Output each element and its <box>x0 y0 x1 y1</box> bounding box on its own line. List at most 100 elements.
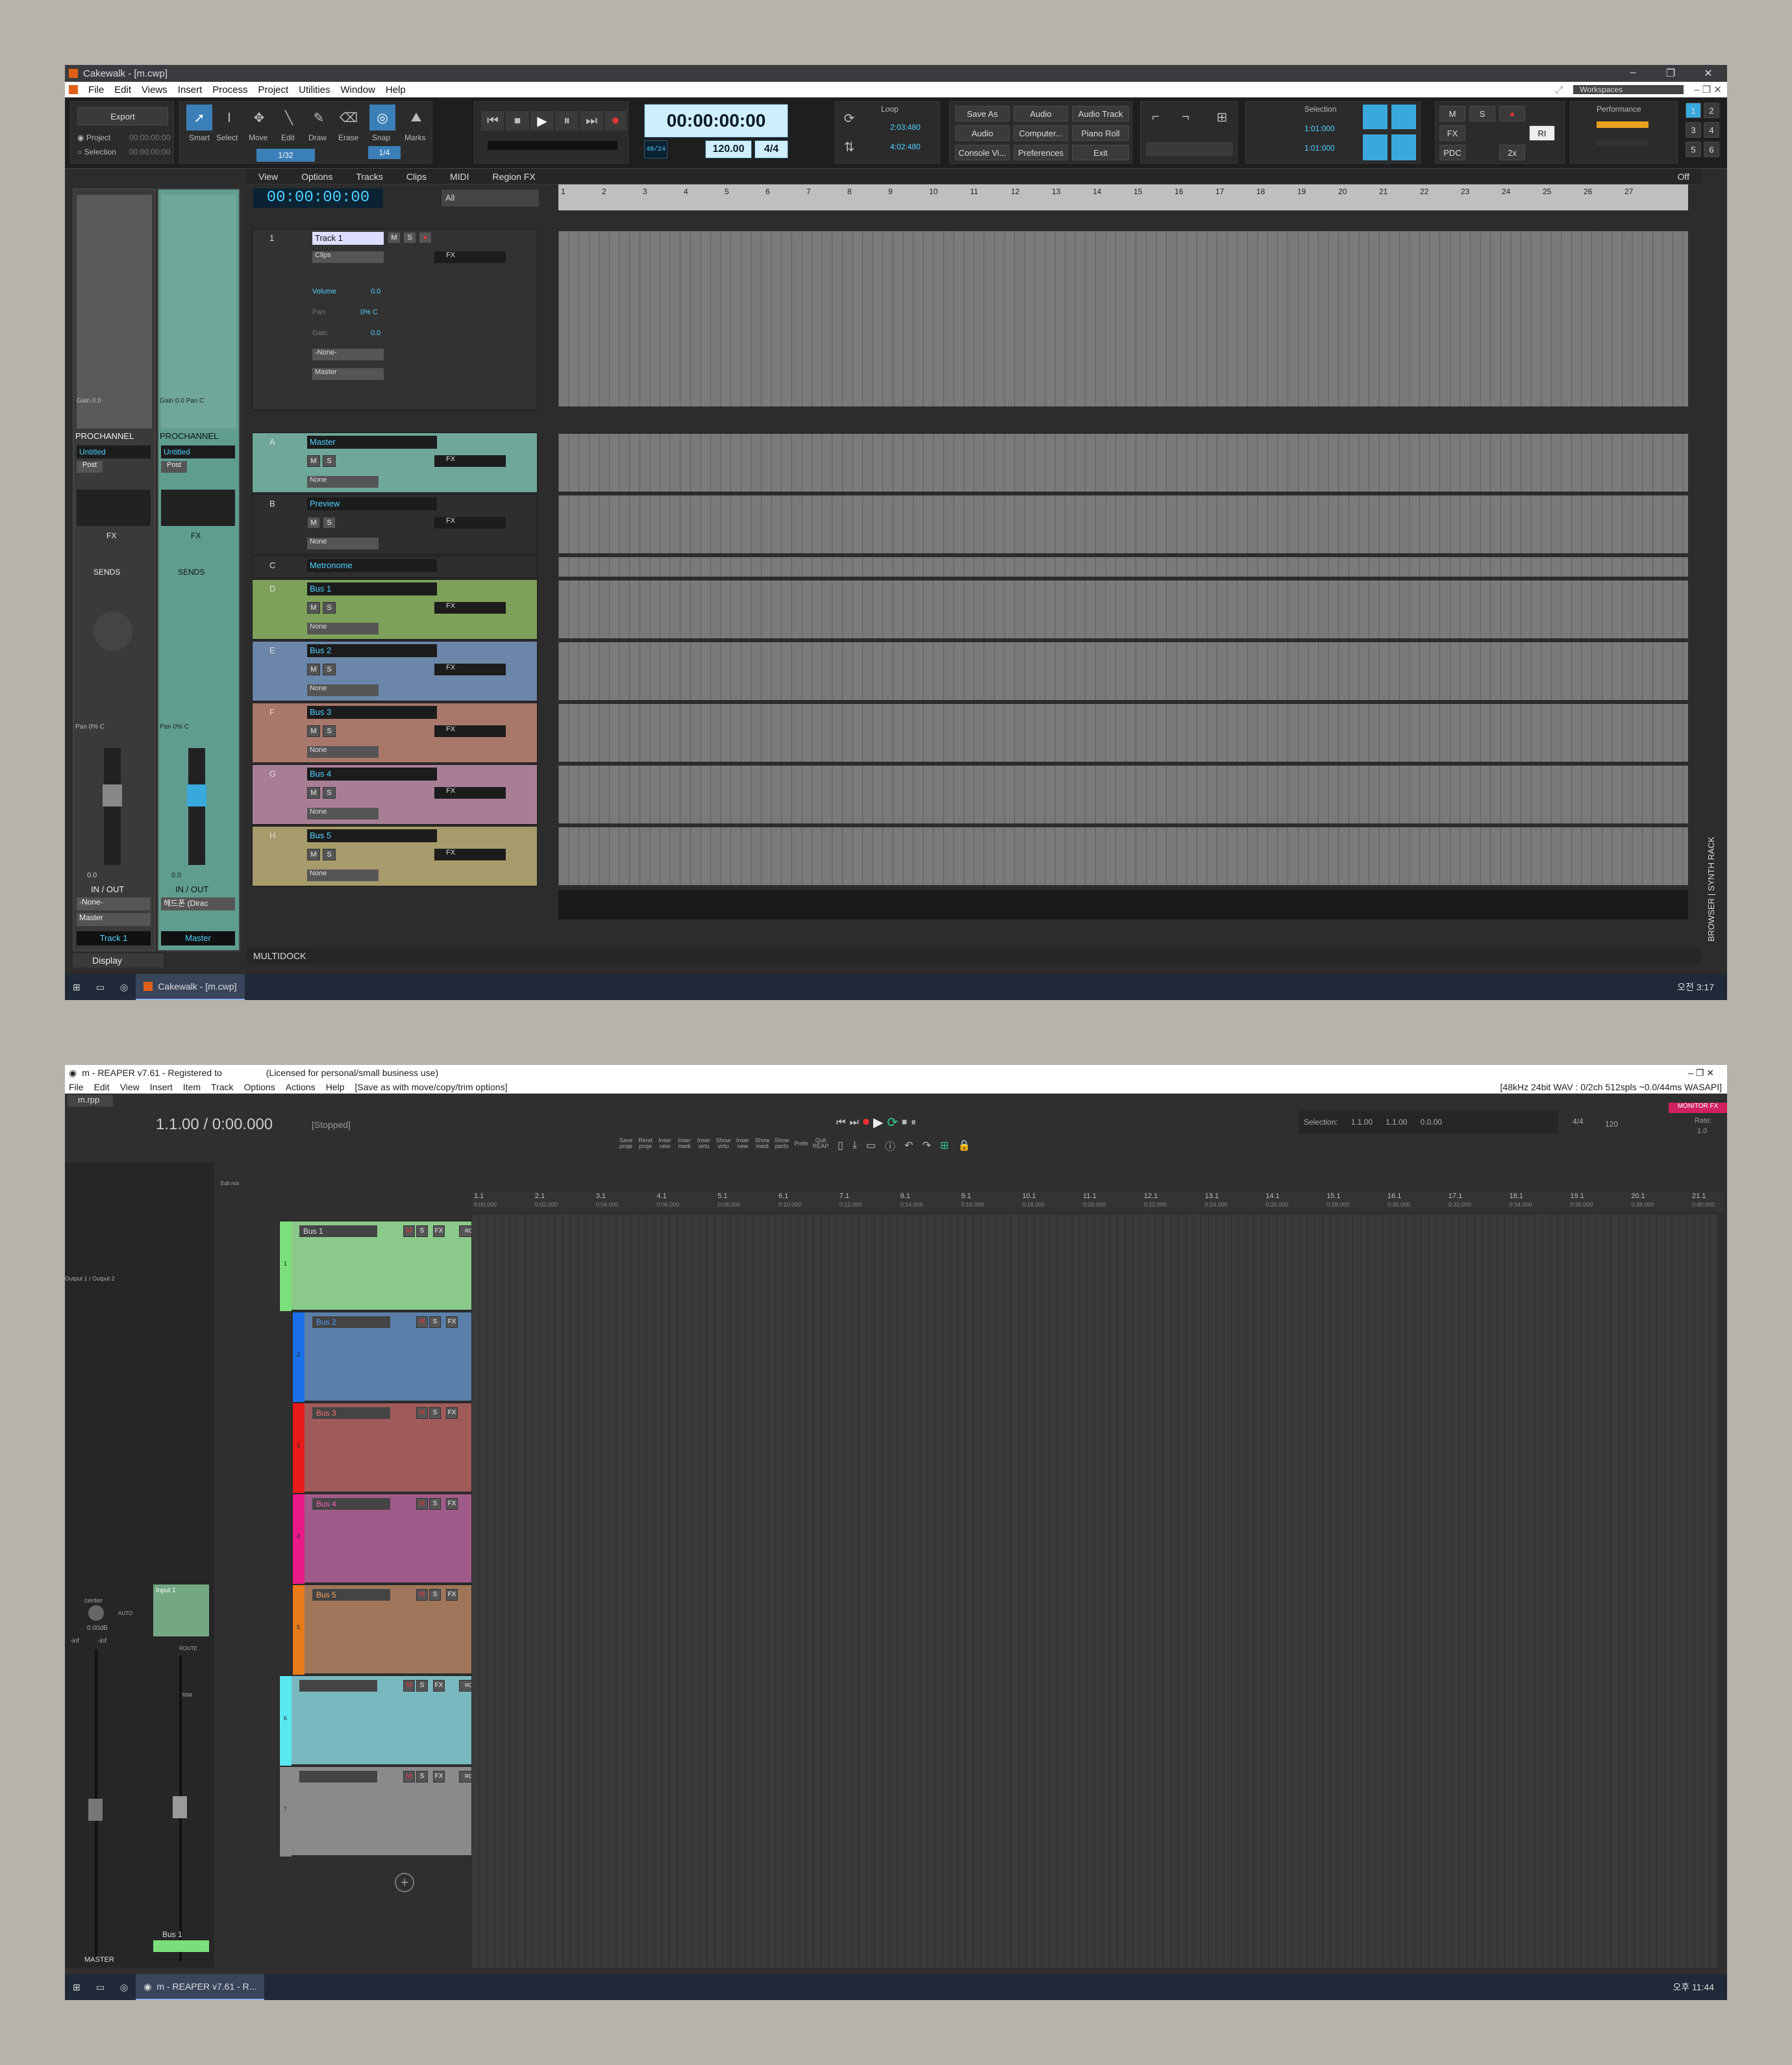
minimize-icon[interactable]: – <box>1614 67 1652 80</box>
clips-menu[interactable]: Clips <box>395 171 438 182</box>
rp-track-fx[interactable]: FX <box>446 1407 458 1419</box>
console-view-button[interactable]: Console Vi... <box>955 145 1010 160</box>
bus-lane[interactable] <box>558 495 1688 553</box>
bus-output[interactable]: None <box>307 684 379 696</box>
track1-pan-val[interactable]: 0% C <box>360 308 378 316</box>
bus-solo[interactable]: S <box>323 517 336 529</box>
ab2-icon[interactable] <box>1391 134 1416 160</box>
export-button[interactable]: Export <box>77 107 168 125</box>
rp-toolbar-label[interactable]: Inser new <box>656 1138 674 1149</box>
bus-solo[interactable]: S <box>323 849 336 860</box>
bus-name[interactable]: Master <box>307 436 437 449</box>
strip1-input[interactable]: -None- <box>77 897 151 910</box>
bus-name[interactable]: Bus 5 <box>307 829 437 842</box>
strip2-output[interactable]: 헤드폰 (Dirac <box>161 897 235 910</box>
explorer-icon-2[interactable]: ▭ <box>88 1974 112 2000</box>
strip1-send-knob[interactable] <box>93 612 132 651</box>
now-time-display[interactable]: 00:00:00:00 <box>644 104 788 138</box>
bus-mute[interactable]: M <box>307 517 320 529</box>
rp-track-name[interactable] <box>299 1680 377 1692</box>
track1-clips[interactable]: Clips <box>312 251 384 263</box>
meter-display[interactable]: 4/4 <box>754 140 788 158</box>
strip1-untitled[interactable]: Untitled <box>77 445 151 458</box>
bus-header[interactable]: H Bus 5 M S FX None <box>252 826 538 886</box>
rp-undo-icon[interactable]: ↶ <box>904 1139 913 1152</box>
audio-track-button[interactable]: Audio Track <box>1072 106 1129 121</box>
computer-button[interactable]: Computer... <box>1014 125 1068 141</box>
bus-name[interactable]: Metronome <box>307 559 437 572</box>
rp-home-icon[interactable]: ⏮ <box>836 1117 845 1129</box>
draw-tool-icon[interactable]: ✎ <box>306 105 332 131</box>
bus-lane[interactable] <box>558 557 1688 577</box>
rp-sel-start[interactable]: 1.1.00 <box>1351 1118 1373 1127</box>
bus-name[interactable]: Bus 3 <box>307 706 437 719</box>
bus-lane[interactable] <box>558 581 1688 638</box>
arm-all-icon[interactable]: ● <box>1499 106 1525 121</box>
tracks-menu[interactable]: Tracks <box>344 171 394 182</box>
track1-volume-val[interactable]: 0.0 <box>371 288 380 295</box>
region-fx-menu[interactable]: Region FX <box>481 171 547 182</box>
rp-menu-view[interactable]: View <box>120 1082 140 1092</box>
rp-menu-actions[interactable]: Actions <box>286 1082 316 1092</box>
rp-stop-icon[interactable]: ⏹ <box>902 1117 907 1129</box>
bus-fx[interactable]: FX <box>434 849 506 860</box>
marker-prev-icon[interactable]: ⌐ <box>1146 107 1165 127</box>
strip2-untitled[interactable]: Untitled <box>161 445 235 458</box>
bus-lane[interactable] <box>558 704 1688 762</box>
bus-fx[interactable]: FX <box>434 725 506 737</box>
rp-track-fx[interactable]: FX <box>446 1589 458 1601</box>
bus-fx[interactable]: FX <box>434 455 506 467</box>
screenset-6[interactable]: 6 <box>1704 142 1719 157</box>
rp-arrange-view[interactable] <box>471 1214 1718 1968</box>
snap-fraction-field[interactable]: 1/32 <box>256 149 315 162</box>
bus-solo[interactable]: S <box>323 602 336 614</box>
add-track-icon[interactable]: + <box>395 1873 414 1892</box>
screenset-3[interactable]: 3 <box>1686 122 1701 138</box>
track1-solo[interactable]: S <box>403 232 416 244</box>
bus-header[interactable]: A Master M S FX None <box>252 432 538 493</box>
track1-fx[interactable]: FX <box>434 251 506 263</box>
bus-mute[interactable]: M <box>307 455 320 467</box>
rp-menu-item[interactable]: Item <box>183 1082 201 1092</box>
rp-input-label[interactable]: Input 1 <box>156 1587 176 1594</box>
bus-name[interactable]: Preview <box>307 497 437 510</box>
track1-lane[interactable] <box>558 231 1688 407</box>
rp-track-s[interactable]: S <box>429 1407 441 1419</box>
move-tool-icon[interactable]: ✥ <box>246 105 272 131</box>
rp-position[interactable]: 1.1.00 / 0:00.000 <box>156 1116 273 1134</box>
bus-mute[interactable]: M <box>307 725 320 737</box>
rp-track-s[interactable]: S <box>416 1225 428 1237</box>
bus-solo[interactable]: S <box>323 787 336 799</box>
bus-fx[interactable]: FX <box>434 602 506 614</box>
menu-project[interactable]: Project <box>258 84 288 95</box>
rp-save-icon[interactable]: ▭ <box>866 1139 876 1152</box>
bus-fx[interactable]: FX <box>434 517 506 529</box>
rp-output-label[interactable]: Output 1 / Output 2 <box>65 1275 115 1282</box>
rp-menu-file[interactable]: File <box>69 1082 84 1092</box>
rp-track-m[interactable]: M <box>403 1225 415 1237</box>
ab-icon[interactable] <box>1363 134 1388 160</box>
bus-name[interactable]: Bus 4 <box>307 768 437 781</box>
rp-track-m[interactable]: M <box>403 1680 415 1692</box>
bus-name[interactable]: Bus 1 <box>307 582 437 595</box>
auto-shuttle-icon[interactable]: ⇅ <box>840 137 859 156</box>
rp-sel-end[interactable]: 1.1.00 <box>1386 1118 1407 1127</box>
rewind-icon[interactable]: ⏮ <box>481 111 504 131</box>
fast-forward-icon[interactable]: ⏭ <box>580 111 603 131</box>
selection-radio[interactable]: ○ Selection <box>77 147 116 156</box>
view-menu[interactable]: View <box>247 171 290 182</box>
bus-lane[interactable] <box>558 766 1688 823</box>
position-scrollbar[interactable] <box>488 141 617 150</box>
stop-icon[interactable]: ⏹ <box>506 111 529 131</box>
track1-header[interactable]: 1 Track 1 M S ● Clips FX Volume 0.0 Pan … <box>252 229 538 410</box>
rp-track-name[interactable] <box>299 1771 377 1783</box>
save-as-button[interactable]: Save As <box>955 106 1010 121</box>
rp-route-label[interactable]: ROUTE <box>179 1646 197 1651</box>
rp-menu-help[interactable]: Help <box>326 1082 345 1092</box>
bus-header[interactable]: B Preview M S FX None <box>252 494 538 555</box>
rp-monitor-fx[interactable]: MONITOR FX <box>1669 1103 1727 1113</box>
strip2-post[interactable]: Post <box>161 461 187 473</box>
pdc-button[interactable]: PDC <box>1439 145 1465 160</box>
2x-button[interactable]: 2x <box>1499 145 1525 160</box>
record-icon[interactable]: ⏺ <box>604 111 627 131</box>
